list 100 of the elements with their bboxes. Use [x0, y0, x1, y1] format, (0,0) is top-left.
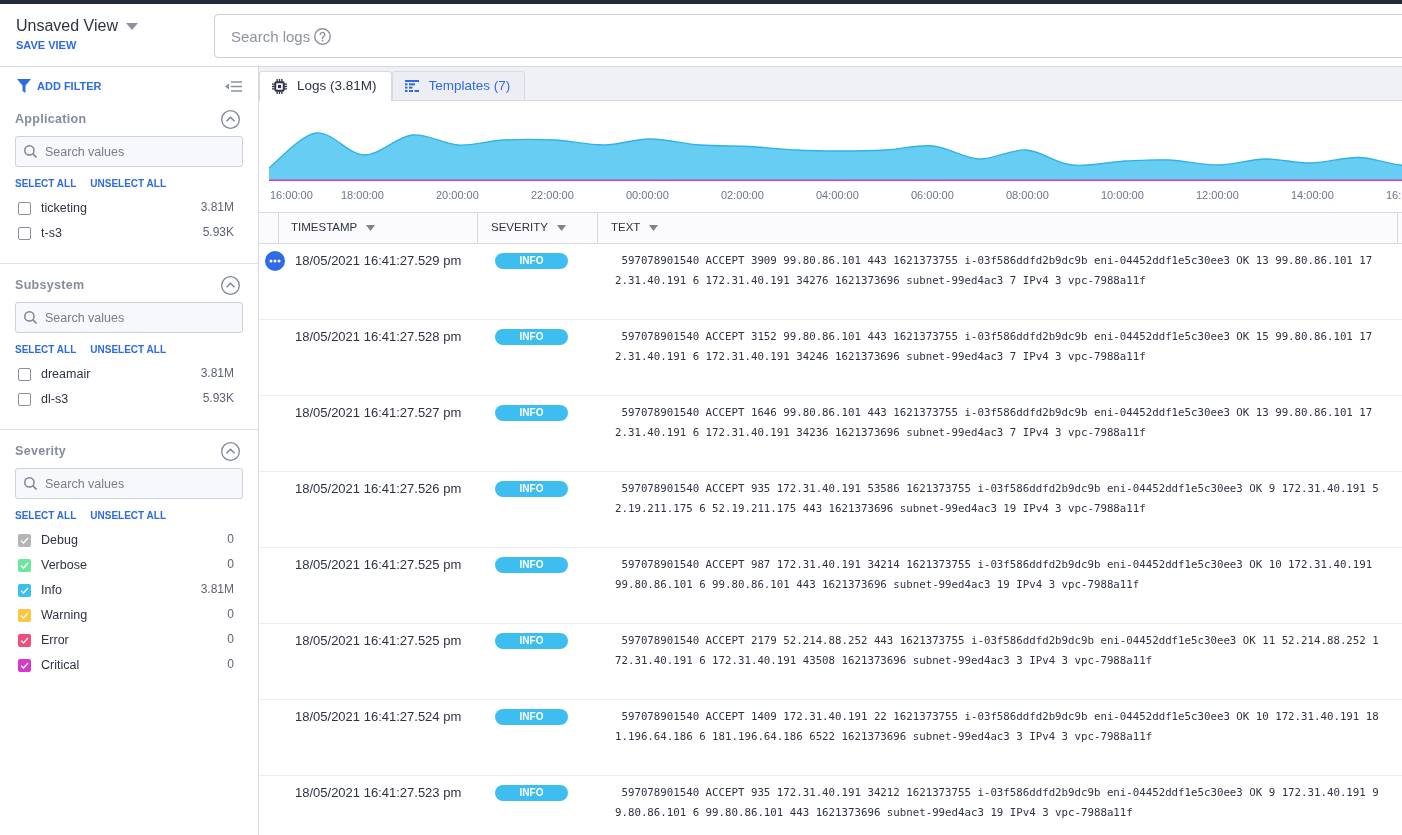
- axis-label: 00:00:00: [626, 188, 669, 202]
- log-message: 597078901540 ACCEPT 2179 52.214.88.252 443 1621373755 i-03f586ddfd2b9dc9b eni-04452ddf1e5c30ee3 OK 11 52.214.88.252 172.31.40.191 6 172.31.40.191 43508 1621373696 subnet-99ed4ac3 3 IPv4 3 vpc-7988a11f: [615, 633, 1380, 669]
- filter-option-label: Debug: [41, 532, 79, 550]
- search-field[interactable]: Search values: [15, 302, 243, 333]
- template-list-icon: [404, 80, 419, 92]
- select-all-button[interactable]: SELECT ALL: [15, 177, 77, 191]
- log-timestamp: 18/05/2021 16:41:27.527 pm: [295, 404, 462, 422]
- collapse-sidebar-icon[interactable]: [225, 80, 242, 92]
- severity-badge: INFO: [495, 557, 568, 573]
- checkbox[interactable]: [18, 659, 31, 672]
- column-header[interactable]: TIMESTAMP: [291, 219, 376, 237]
- log-timestamp: 18/05/2021 16:41:27.525 pm: [295, 632, 462, 650]
- log-timestamp: 18/05/2021 16:41:27.526 pm: [295, 480, 462, 498]
- severity-badge: INFO: [495, 709, 568, 725]
- axis-label: 20:00:00: [436, 188, 479, 202]
- checkbox[interactable]: [18, 202, 31, 215]
- option-count: 3.81M: [200, 365, 234, 382]
- add-filter-button[interactable]: ADD FILTER: [17, 79, 102, 93]
- option-count: 3.81M: [200, 199, 234, 216]
- search-icon: [24, 477, 37, 490]
- filter-option-label: t-s3: [41, 225, 63, 243]
- filter-option-label: Verbose: [41, 557, 88, 575]
- tab[interactable]: Templates (7): [391, 71, 526, 101]
- log-timestamp: 18/05/2021 16:41:27.524 pm: [295, 708, 462, 726]
- log-timestamp: 18/05/2021 16:41:27.528 pm: [295, 328, 462, 346]
- log-timestamp: 18/05/2021 16:41:27.529 pm: [295, 252, 462, 270]
- caret-down-icon[interactable]: [126, 22, 138, 30]
- checkbox[interactable]: [18, 534, 31, 547]
- axis-label: 16:: [1386, 188, 1402, 202]
- severity-badge: INFO: [495, 633, 568, 649]
- axis-label: 06:00:00: [911, 188, 954, 202]
- axis-label: 16:00:00: [270, 188, 313, 202]
- log-message: 597078901540 ACCEPT 3152 99.80.86.101 443 1621373755 i-03f586ddfd2b9dc9b eni-04452ddf1e5c30ee3 OK 15 99.80.86.101 172.31.40.191 6 172.31.40.191 34246 1621373696 subnet-99ed4ac3 7 IPv4 3 vpc-7988a11f: [615, 329, 1374, 365]
- chevron-up-icon[interactable]: [221, 109, 240, 129]
- unselect-all-button[interactable]: UNSELECT ALL: [90, 343, 167, 357]
- search-field[interactable]: Search values: [15, 468, 243, 499]
- chevron-up-icon[interactable]: [221, 441, 240, 461]
- sort-caret-icon: [649, 225, 659, 231]
- log-message: 597078901540 ACCEPT 987 172.31.40.191 34214 1621373755 i-03f586ddfd2b9dc9b eni-04452ddf1e5c30ee3 OK 10 172.31.40.191 99.80.86.101 6 99.80.86.101 443 1621373696 subnet-99ed4ac3 19 IPv4 3 vpc-7988a11f: [615, 557, 1374, 593]
- log-message: 597078901540 ACCEPT 3909 99.80.86.101 443 1621373755 i-03f586ddfd2b9dc9b eni-04452ddf1e5c30ee3 OK 13 99.80.86.101 172.31.40.191 6 172.31.40.191 34276 1621373696 subnet-99ed4ac3 7 IPv4 3 vpc-7988a11f: [615, 253, 1374, 289]
- checkbox[interactable]: [18, 584, 31, 597]
- option-count: 5.93K: [202, 390, 234, 407]
- search-field[interactable]: Search values: [15, 136, 243, 167]
- option-count: 5.93K: [202, 224, 234, 241]
- select-all-button[interactable]: SELECT ALL: [15, 509, 77, 523]
- axis-label: 14:00:00: [1291, 188, 1334, 202]
- column-header[interactable]: SEVERITY: [491, 219, 566, 237]
- option-count: 0: [227, 631, 234, 648]
- severity-badge: INFO: [495, 253, 568, 269]
- axis-label: 02:00:00: [721, 188, 764, 202]
- checkbox[interactable]: [18, 227, 31, 240]
- option-count: 3.81M: [200, 581, 234, 598]
- unselect-all-button[interactable]: UNSELECT ALL: [90, 509, 167, 523]
- filter-icon: [17, 79, 31, 93]
- column-header[interactable]: TEXT: [611, 219, 659, 237]
- chevron-up-icon[interactable]: [221, 275, 240, 295]
- checkbox[interactable]: [18, 393, 31, 406]
- save-view-link[interactable]: SAVE VIEW: [16, 38, 77, 52]
- search-icon: [24, 145, 37, 158]
- filter-group-title: Subsystem: [15, 276, 85, 294]
- filter-option-label: Warning: [41, 607, 89, 625]
- checkbox[interactable]: [18, 368, 31, 381]
- severity-badge: INFO: [495, 405, 568, 421]
- axis-label: 10:00:00: [1101, 188, 1144, 202]
- severity-badge: INFO: [495, 785, 568, 801]
- sort-caret-icon: [556, 225, 566, 231]
- axis-label: 08:00:00: [1006, 188, 1049, 202]
- log-message: 597078901540 ACCEPT 1646 99.80.86.101 443 1621373755 i-03f586ddfd2b9dc9b eni-04452ddf1e5c30ee3 OK 13 99.80.86.101 172.31.40.191 6 172.31.40.191 34236 1621373696 subnet-99ed4ac3 7 IPv4 3 vpc-7988a11f: [615, 405, 1374, 441]
- log-timestamp: 18/05/2021 16:41:27.525 pm: [295, 556, 462, 574]
- sort-caret-icon: [366, 225, 376, 231]
- filter-group-title: Application: [15, 110, 87, 128]
- axis-label: 12:00:00: [1196, 188, 1239, 202]
- checkbox[interactable]: [18, 559, 31, 572]
- severity-badge: INFO: [495, 329, 568, 345]
- log-timestamp: 18/05/2021 16:41:27.523 pm: [295, 784, 462, 802]
- search-icon: [24, 311, 37, 324]
- unselect-all-button[interactable]: UNSELECT ALL: [90, 177, 167, 191]
- log-message: 597078901540 ACCEPT 1409 172.31.40.191 22 1621373755 i-03f586ddfd2b9dc9b eni-04452ddf1e5c30ee3 OK 10 172.31.40.191 181.196.64.186 6 181.196.64.186 6522 1621373696 subnet-99ed4ac3 3 IPv4 3 vpc-7988a11f: [615, 709, 1380, 745]
- log-message: 597078901540 ACCEPT 935 172.31.40.191 34212 1621373755 i-03f586ddfd2b9dc9b eni-04452ddf1e5c30ee3 OK 9 172.31.40.191 99.80.86.101 6 99.80.86.101 443 1621373696 subnet-99ed4ac3 19 IPv4 3 vpc-7988a11f: [615, 785, 1380, 821]
- severity-badge: INFO: [495, 481, 568, 497]
- log-message: 597078901540 ACCEPT 935 172.31.40.191 53586 1621373755 i-03f586ddfd2b9dc9b eni-04452ddf1e5c30ee3 OK 9 172.31.40.191 52.19.211.175 6 52.19.211.175 443 1621373696 subnet-99ed4ac3 19 IPv4 3 vpc-7988a11f: [615, 481, 1380, 517]
- filter-group-title: Severity: [15, 442, 67, 460]
- checkbox[interactable]: [18, 609, 31, 622]
- search-field[interactable]: Search logs: [214, 14, 1402, 58]
- filter-option-label: dreamair: [41, 366, 92, 384]
- axis-label: 18:00:00: [341, 188, 384, 202]
- chip-icon: [272, 79, 287, 94]
- axis-label: 04:00:00: [816, 188, 859, 202]
- filter-option-label: ticketing: [41, 200, 88, 218]
- view-title: Unsaved View: [16, 16, 118, 36]
- more-options-icon[interactable]: [265, 251, 285, 271]
- filter-option-label: dl-s3: [41, 391, 70, 409]
- option-count: 0: [227, 531, 234, 548]
- checkbox[interactable]: [18, 634, 31, 647]
- select-all-button[interactable]: SELECT ALL: [15, 343, 77, 357]
- option-count: 0: [227, 606, 234, 623]
- tab[interactable]: Logs (3.81M): [259, 71, 392, 101]
- help-icon[interactable]: [314, 27, 331, 45]
- option-count: 0: [227, 656, 234, 673]
- option-count: 0: [227, 556, 234, 573]
